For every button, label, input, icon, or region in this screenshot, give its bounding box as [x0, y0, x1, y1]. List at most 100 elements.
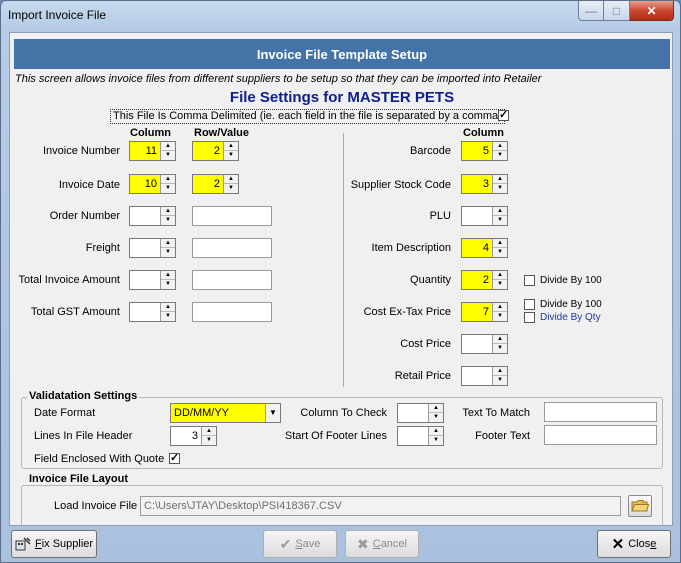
spin-down-icon: ▼	[165, 185, 171, 191]
barcode-label: Barcode	[410, 145, 451, 157]
fix-supplier-button[interactable]: Fix Supplier	[11, 530, 97, 558]
item-description-spinner[interactable]: 4 ▲ ▼	[461, 238, 508, 258]
freight-row-input[interactable]	[192, 238, 272, 258]
row-value-header: Row/Value	[194, 127, 250, 139]
load-file-label: Load Invoice File	[54, 500, 138, 512]
screen-description: This screen allows invoice files from di…	[15, 73, 542, 85]
minimize-button[interactable]: —	[578, 1, 604, 21]
file-settings-title: File Settings for MASTER PETS	[229, 89, 455, 106]
left-column-header: Column	[130, 127, 171, 139]
quantity-label: Quantity	[410, 274, 451, 286]
quantity-divide-100-checkbox[interactable]	[524, 275, 535, 286]
text-match-label: Text To Match	[462, 407, 530, 419]
spin-down-icon: ▼	[433, 437, 439, 443]
text-match-input[interactable]	[544, 402, 657, 422]
spin-up-icon: ▲	[224, 175, 238, 184]
quantity-spinner[interactable]: 2 ▲ ▼	[461, 270, 508, 290]
maximize-button[interactable]: □	[604, 1, 630, 21]
spin-up-icon: ▲	[493, 142, 507, 151]
spin-down-icon: ▼	[497, 152, 503, 158]
date-format-combo[interactable]: DD/MM/YY ▼	[170, 403, 281, 423]
footer-text-input[interactable]	[544, 425, 657, 445]
client-area: Invoice File Template Setup This screen …	[9, 32, 673, 527]
spin-up-icon: ▲	[493, 303, 507, 312]
spin-down-icon: ▼	[497, 281, 503, 287]
barcode-column-spinner[interactable]: 5 ▲ ▼	[461, 141, 508, 161]
spin-down-icon: ▼	[165, 281, 171, 287]
close-window-button[interactable]: ✕	[630, 1, 674, 21]
freight-column-spinner[interactable]: ▲ ▼	[129, 238, 176, 258]
spin-up-icon: ▲	[161, 175, 175, 184]
supplier-stock-code-spinner[interactable]: 3 ▲ ▼	[461, 174, 508, 194]
spin-up-icon: ▲	[224, 142, 238, 151]
spin-up-icon: ▲	[493, 271, 507, 280]
cancel-x-icon: ✖	[357, 535, 369, 552]
validation-title: Validatation Settings	[27, 390, 140, 402]
spin-down-icon: ▼	[497, 249, 503, 255]
spin-down-icon: ▼	[497, 377, 503, 383]
save-button[interactable]: ✔ Save	[263, 530, 337, 558]
spin-up-icon: ▲	[161, 303, 175, 312]
spin-down-icon: ▼	[497, 345, 503, 351]
spin-up-icon: ▲	[493, 335, 507, 344]
order-number-column-spinner[interactable]: ▲ ▼	[129, 206, 176, 226]
invoice-number-column-spinner[interactable]: 11 ▲ ▼	[129, 141, 176, 161]
spin-down-icon: ▼	[206, 437, 212, 443]
spin-up-icon: ▲	[161, 142, 175, 151]
spin-up-icon: ▲	[493, 239, 507, 248]
cost-ex-tax-spinner[interactable]: 7 ▲ ▼	[461, 302, 508, 322]
cost-ex-tax-label: Cost Ex-Tax Price	[363, 306, 451, 318]
invoice-file-path[interactable]: C:\Users\JTAY\Desktop\PSI418367.CSV	[140, 496, 621, 516]
right-column-header: Column	[463, 127, 504, 139]
close-button[interactable]: ✕ Close	[597, 530, 671, 558]
total-invoice-row-input[interactable]	[192, 270, 272, 290]
invoice-date-column-spinner[interactable]: 10 ▲ ▼	[129, 174, 176, 194]
cost-divide-qty-checkbox[interactable]	[524, 312, 535, 323]
spin-up-icon: ▲	[493, 367, 507, 376]
field-quote-label: Field Enclosed With Quote	[34, 453, 165, 465]
cost-price-label: Cost Price	[400, 338, 451, 350]
spin-down-icon: ▼	[497, 313, 503, 319]
retail-price-spinner[interactable]: ▲ ▼	[461, 366, 508, 386]
folder-icon	[631, 500, 649, 512]
spin-down-icon: ▼	[433, 414, 439, 420]
close-icon: ✕	[646, 3, 657, 18]
cost-price-spinner[interactable]: ▲ ▼	[461, 334, 508, 354]
comma-delimited-label: This File Is Comma Delimited (ie. each f…	[110, 109, 505, 124]
total-gst-amount-label: Total GST Amount	[30, 306, 120, 318]
invoice-date-row-spinner[interactable]: 2 ▲ ▼	[192, 174, 239, 194]
cost-divide-100-label: Divide By 100	[540, 299, 602, 310]
layout-title: Invoice File Layout	[27, 473, 131, 485]
spin-down-icon: ▼	[165, 152, 171, 158]
quantity-divide-100-label: Divide By 100	[540, 275, 602, 286]
footer-start-spinner[interactable]: ▲ ▼	[397, 426, 444, 446]
spin-down-icon: ▼	[497, 217, 503, 223]
column-check-spinner[interactable]: ▲ ▼	[397, 403, 444, 423]
field-quote-checkbox[interactable]	[169, 451, 180, 464]
footer-start-label: Start Of Footer Lines	[284, 430, 387, 442]
lines-header-spinner[interactable]: 3 ▲ ▼	[170, 426, 217, 446]
order-number-label: Order Number	[49, 210, 120, 222]
order-number-row-input[interactable]	[192, 206, 272, 226]
plu-column-spinner[interactable]: ▲ ▼	[461, 206, 508, 226]
spin-down-icon: ▼	[228, 152, 234, 158]
total-gst-row-input[interactable]	[192, 302, 272, 322]
spin-up-icon: ▲	[202, 427, 216, 436]
comma-delimited-checkbox[interactable]	[498, 108, 509, 121]
spin-down-icon: ▼	[228, 185, 234, 191]
spin-up-icon: ▲	[429, 427, 443, 436]
supplier-stock-code-label: Supplier Stock Code	[350, 179, 451, 191]
window-title: Import Invoice File	[8, 8, 107, 22]
cancel-button[interactable]: ✖ Cancel	[345, 530, 419, 558]
cost-divide-qty-label: Divide By Qty	[540, 312, 601, 323]
spin-up-icon: ▲	[161, 207, 175, 216]
total-gst-column-spinner[interactable]: ▲ ▼	[129, 302, 176, 322]
spin-down-icon: ▼	[165, 249, 171, 255]
window-controls: — □ ✕	[578, 1, 674, 21]
invoice-date-label: Invoice Date	[58, 179, 120, 191]
browse-file-button[interactable]	[628, 495, 652, 517]
invoice-number-row-spinner[interactable]: 2 ▲ ▼	[192, 141, 239, 161]
title-bar[interactable]: Import Invoice File — □ ✕	[1, 1, 680, 31]
cost-divide-100-checkbox[interactable]	[524, 299, 535, 310]
total-invoice-column-spinner[interactable]: ▲ ▼	[129, 270, 176, 290]
